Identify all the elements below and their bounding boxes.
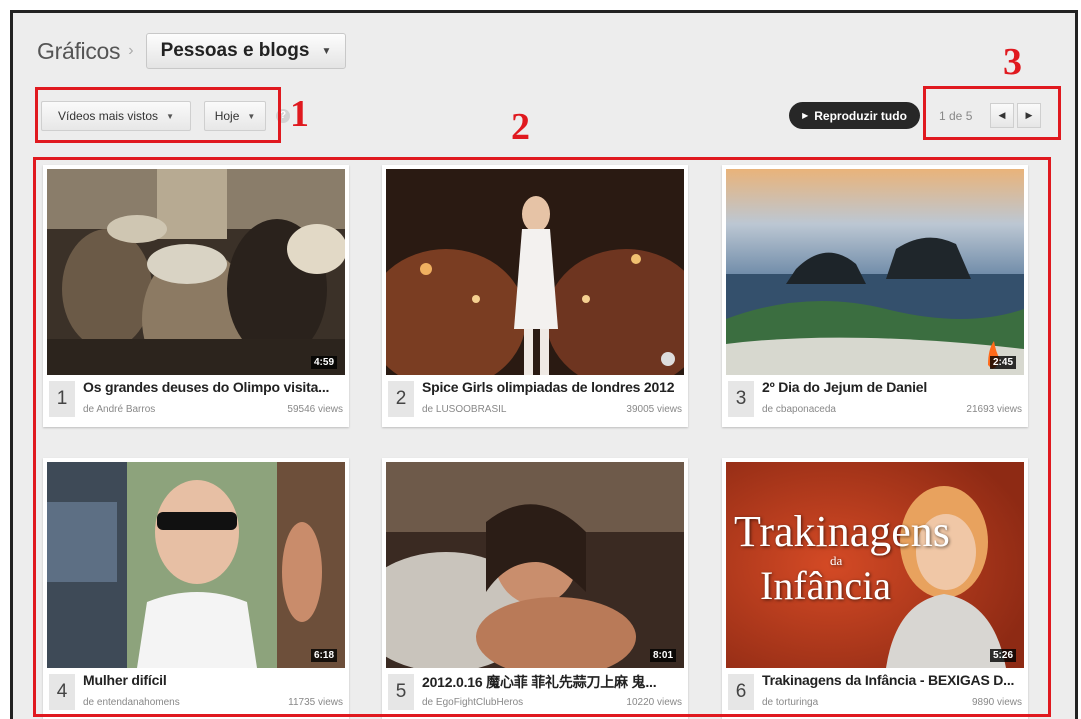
annotation-box-filters xyxy=(35,87,281,143)
annotation-box-pager xyxy=(923,86,1061,140)
page-header: Gráficos › Pessoas e blogs ▼ xyxy=(37,31,347,71)
play-all-label: Reproduzir tudo xyxy=(814,108,907,123)
play-all-button[interactable]: ▶ Reproduzir tudo xyxy=(789,102,920,129)
category-label: Pessoas e blogs xyxy=(160,40,310,61)
breadcrumb-charts-link[interactable]: Gráficos xyxy=(37,38,121,65)
play-icon: ▶ xyxy=(802,111,809,120)
category-dropdown[interactable]: Pessoas e blogs ▼ xyxy=(145,33,347,69)
chevron-down-icon: ▼ xyxy=(321,45,332,57)
charts-page: Gráficos › Pessoas e blogs ▼ Vídeos mais… xyxy=(10,10,1078,719)
breadcrumb-separator-icon: › xyxy=(128,42,134,59)
annotation-box-video-grid xyxy=(33,157,1051,717)
annotation-label-3: 3 xyxy=(1003,41,1022,83)
annotation-label-2: 2 xyxy=(511,106,530,148)
annotation-label-1: 1 xyxy=(290,93,309,135)
